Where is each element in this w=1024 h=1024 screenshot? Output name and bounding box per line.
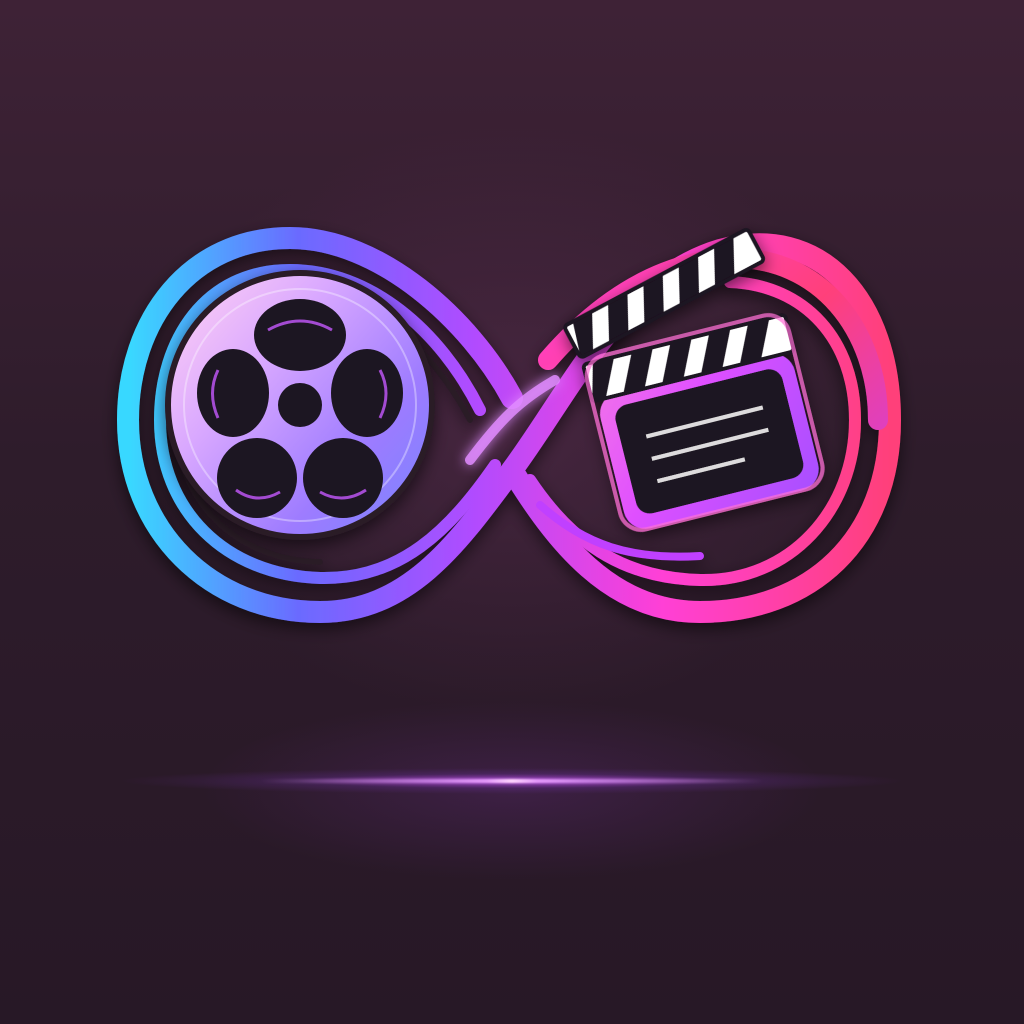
infinity-film-logo bbox=[117, 227, 901, 623]
film-reel-icon bbox=[165, 270, 435, 540]
